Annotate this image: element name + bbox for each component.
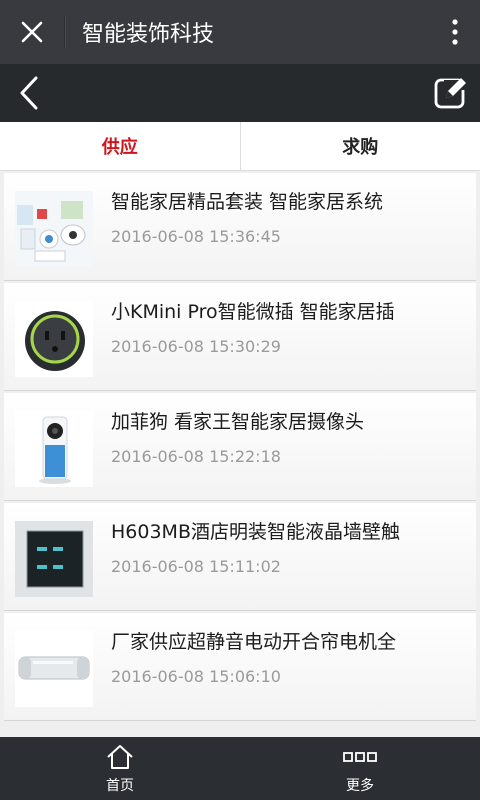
- more-vertical-icon: [452, 19, 458, 45]
- smart-plug-image: [15, 301, 93, 377]
- item-date: 2016-06-08 15:36:45: [111, 227, 281, 246]
- list-item[interactable]: 加菲狗 看家王智能家居摄像头 2016-06-08 15:22:18: [4, 393, 476, 501]
- smart-home-kit-image: [15, 191, 93, 267]
- tab-purchase[interactable]: 求购: [239, 122, 480, 170]
- tab-bar: 供应 求购: [0, 122, 480, 171]
- tab-supply[interactable]: 供应: [0, 122, 240, 170]
- item-title: H603MB酒店明装智能液晶墙壁触: [111, 521, 400, 543]
- item-title: 加菲狗 看家王智能家居摄像头: [111, 411, 365, 433]
- more-label: 更多: [346, 777, 374, 794]
- item-title: 智能家居精品套装 智能家居系统: [111, 191, 384, 213]
- more-button[interactable]: 更多: [240, 737, 480, 800]
- list-item[interactable]: H603MB酒店明装智能液晶墙壁触 2016-06-08 15:11:02: [4, 503, 476, 611]
- wall-switch-image: [15, 521, 93, 597]
- list-item[interactable]: 厂家供应超静音电动开合帘电机全 2016-06-08 15:06:10: [4, 613, 476, 721]
- close-button[interactable]: [0, 0, 64, 64]
- page-title: 智能装饰科技: [82, 22, 215, 47]
- chevron-left-icon: [20, 76, 38, 110]
- app-screen: 智能装饰科技 供应 求购 智能家居精品套装 智能家居系统 2016-06-08 …: [0, 0, 480, 800]
- item-title: 小KMini Pro智能微插 智能家居插: [111, 301, 395, 323]
- grid-icon: [343, 751, 377, 762]
- edit-button[interactable]: [422, 64, 480, 122]
- curtain-motor-image: [15, 631, 93, 707]
- camera-image: [15, 411, 93, 487]
- edit-icon: [434, 78, 468, 109]
- item-date: 2016-06-08 15:11:02: [111, 557, 281, 576]
- back-button[interactable]: [0, 64, 58, 122]
- close-icon: [21, 21, 43, 43]
- item-date: 2016-06-08 15:30:29: [111, 337, 281, 356]
- item-date: 2016-06-08 15:22:18: [111, 447, 281, 466]
- more-menu-button[interactable]: [430, 0, 480, 64]
- nav-bar: [0, 64, 480, 122]
- list-item[interactable]: 小KMini Pro智能微插 智能家居插 2016-06-08 15:30:29: [4, 283, 476, 391]
- bottom-nav-bar: 首页 更多: [0, 737, 480, 800]
- item-date: 2016-06-08 15:06:10: [111, 667, 281, 686]
- product-list: 智能家居精品套装 智能家居系统 2016-06-08 15:36:45 小KMi…: [4, 173, 476, 723]
- browser-top-bar: 智能装饰科技: [0, 0, 480, 64]
- item-title: 厂家供应超静音电动开合帘电机全: [111, 631, 397, 653]
- home-label: 首页: [106, 777, 134, 794]
- home-icon: [107, 744, 133, 769]
- list-item[interactable]: 智能家居精品套装 智能家居系统 2016-06-08 15:36:45: [4, 173, 476, 281]
- home-button[interactable]: 首页: [0, 737, 240, 800]
